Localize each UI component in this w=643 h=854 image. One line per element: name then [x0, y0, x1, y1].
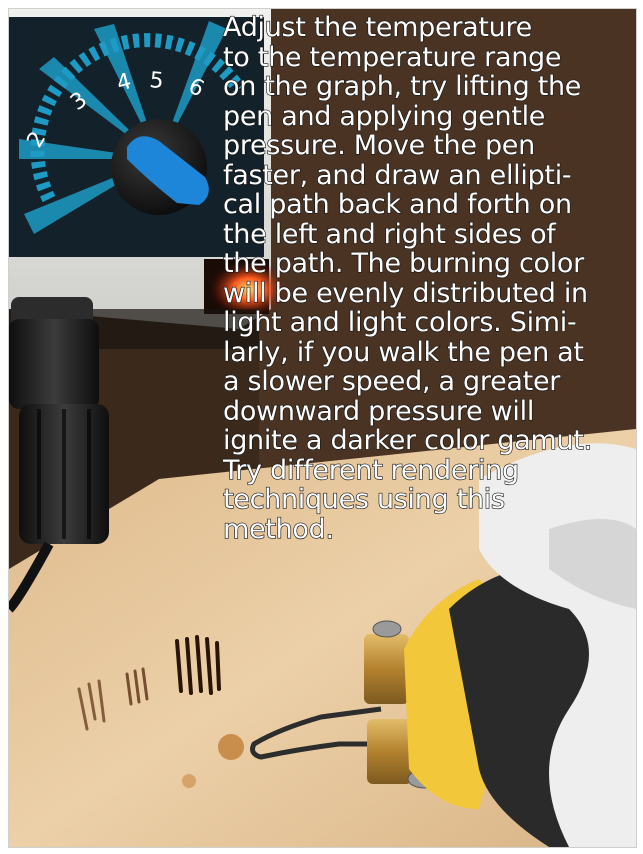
caption-line: on the graph, try lifting the	[222, 71, 582, 102]
instruction-caption: Adjust the temperature to the temperatur…	[222, 12, 636, 545]
photo-frame: 2 3 4 5 6 Adjust the temperature to the …	[8, 8, 637, 848]
caption-line: techniques using this	[222, 484, 505, 515]
caption-line: larly, if you walk the pen at	[222, 336, 584, 368]
caption-line: light and light colors. Simi-	[222, 307, 577, 338]
caption-line: downward pressure will	[222, 395, 535, 427]
caption-line: will be evenly distributed in	[222, 277, 588, 309]
caption-line: pressure. Move the pen	[222, 130, 536, 161]
caption-line: to the temperature range	[222, 41, 562, 73]
caption-line: the path. The burning color	[222, 248, 585, 279]
caption-line: Try different rendering	[222, 454, 519, 486]
caption-line: method.	[222, 513, 334, 545]
caption-line: pen and applying gentle	[222, 100, 546, 132]
brass-collar-top	[364, 634, 409, 704]
dial-number-5: 5	[148, 68, 164, 94]
burn-dot-small	[182, 774, 196, 788]
burn-dot	[218, 734, 244, 760]
caption-line: ignite a darker color gamut.	[222, 425, 592, 456]
caption-line: the left and right sides of	[222, 218, 556, 250]
caption-line: cal path back and forth on	[222, 189, 572, 220]
brass-collar-bottom	[367, 719, 412, 784]
caption-line: Adjust the temperature	[222, 12, 533, 43]
caption-line: a slower speed, a greater	[222, 366, 561, 397]
caption-line: faster, and draw an ellipti-	[222, 159, 572, 191]
